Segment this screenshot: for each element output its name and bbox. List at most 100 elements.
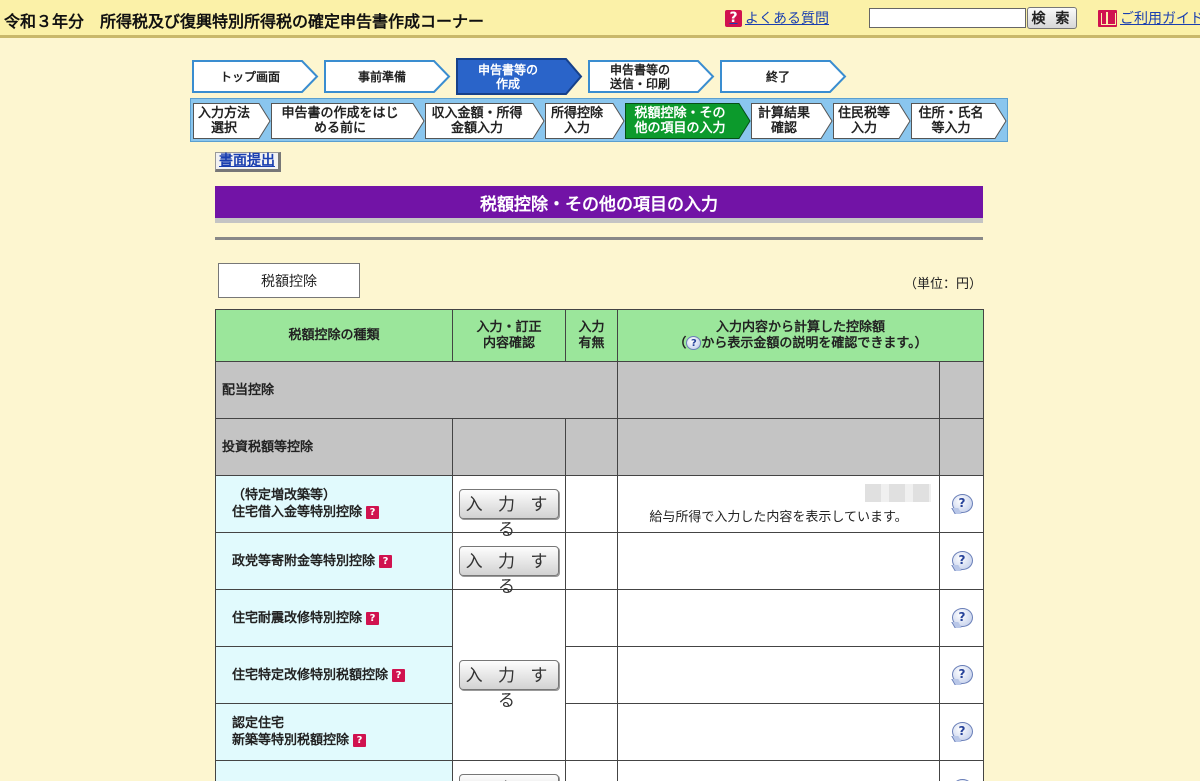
substep-line2: 等入力 — [931, 121, 971, 136]
header-type: 税額控除の種類 — [215, 309, 453, 362]
substep-tax-credit[interactable]: 税額控除・その 他の項目の入力 — [625, 103, 751, 139]
help-icon[interactable] — [950, 722, 974, 742]
step-label: トップ画面 — [219, 69, 280, 84]
substep-line2: 入力 — [563, 121, 590, 136]
divider — [215, 237, 983, 240]
substep-line2: める前に — [313, 121, 366, 136]
input-button-housing-group[interactable]: 入 力 す る — [459, 660, 559, 711]
step-send[interactable]: 申告書等の 送信・印刷 — [588, 58, 716, 95]
book-icon — [1098, 9, 1117, 27]
substep-label: 入力方法 選択 — [198, 106, 266, 136]
input-button-political[interactable]: 入 力 す る — [459, 546, 559, 597]
row-housing-label: （特定増改築等） 住宅借入金等特別控除? — [215, 475, 453, 533]
row-renovation-label: 住宅特定改修特別税額控除? — [215, 646, 453, 704]
has-cell — [565, 589, 618, 647]
unit-label: （単位：円） — [904, 277, 983, 292]
input-cell: 入 力 す る — [452, 589, 566, 761]
header-input-line1: 入力・訂正 — [476, 319, 542, 335]
substep-line2: 入力 — [850, 121, 877, 136]
help-icon[interactable] — [950, 665, 974, 685]
substep-label: 収入金額・所得 金額入力 — [431, 106, 538, 136]
paper-submit-link[interactable]: 書面提出 — [215, 152, 281, 172]
substep-deduction[interactable]: 所得控除 入力 — [545, 103, 625, 139]
search-button[interactable]: 検 索 — [1027, 7, 1077, 29]
step-label-line2: 作成 — [495, 76, 520, 91]
substep-line1: 収入金額・所得 — [431, 106, 523, 121]
help-cell — [939, 646, 984, 704]
substep-address[interactable]: 住所・氏名 等入力 — [911, 103, 1007, 139]
faq-label: よくある質問 — [745, 11, 829, 27]
has-cell — [565, 646, 618, 704]
amount-cell — [617, 532, 940, 590]
table-row: 政党等寄附金等特別控除? 入 力 す る — [215, 532, 984, 597]
row-housing-line2: 住宅借入金等特別控除 — [232, 505, 363, 520]
step-label: 申告書等の 作成 — [478, 63, 562, 91]
question-icon[interactable]: ? — [366, 611, 380, 625]
table-row: 配当控除 — [215, 361, 984, 419]
substep-line1: 計算結果 — [757, 106, 810, 121]
amount-cell — [617, 361, 940, 419]
input-button-housing[interactable]: 入 力 す る — [459, 489, 559, 540]
has-cell — [565, 760, 618, 781]
table-row: 認定住宅 新築等特別税額控除? — [215, 703, 984, 761]
has-cell — [565, 418, 618, 476]
substep-before[interactable]: 申告書の作成をはじ める前に — [271, 103, 425, 139]
row-renovation-text: 住宅特定改修特別税額控除 — [232, 667, 389, 683]
substep-income[interactable]: 収入金額・所得 金額入力 — [425, 103, 545, 139]
question-icon[interactable]: ? — [379, 554, 393, 568]
amount-cell: 給与所得で入力した内容を表示しています。 — [617, 475, 940, 533]
has-cell — [565, 703, 618, 761]
header-input-line2: 内容確認 — [482, 335, 535, 351]
question-icon[interactable]: ? — [392, 668, 406, 682]
help-cell — [939, 418, 984, 476]
step-finish[interactable]: 終了 — [720, 58, 848, 95]
help-icon[interactable] — [950, 494, 974, 514]
row-certified-label: 認定住宅 新築等特別税額控除? — [215, 703, 453, 761]
header-amount-line1: 入力内容から計算した控除額 — [715, 319, 885, 335]
substep-result[interactable]: 計算結果 確認 — [751, 103, 833, 139]
substep-line2: 金額入力 — [450, 121, 503, 136]
substep-label: 住所・氏名 等入力 — [918, 106, 999, 136]
row-investment-label: 投資税額等控除 — [215, 418, 453, 476]
table-row: （特定増改築等） 住宅借入金等特別控除? 入 力 す る 給与所得で入力した内容を… — [215, 475, 984, 540]
tax-credit-table: 税額控除の種類 入力・訂正 内容確認 入力 有無 入力内容から計算した控除額（? から… — [215, 309, 984, 781]
header-has-line1: 入力 — [578, 319, 605, 335]
row-dividend-label: 配当控除 — [215, 361, 618, 419]
input-button-partial[interactable]: 入 力 す る — [459, 774, 559, 781]
help-cell — [939, 532, 984, 590]
question-icon[interactable]: ? — [366, 506, 380, 519]
input-cell: 入 力 す る — [452, 532, 566, 597]
substep-label: 税額控除・その 他の項目の入力 — [634, 106, 741, 136]
site-title: 令和３年分 所得税及び復興特別所得税の確定申告書作成コーナー — [4, 12, 485, 31]
help-icon: ? — [686, 336, 702, 350]
step-prepare[interactable]: 事前準備 — [324, 58, 452, 95]
step-top[interactable]: トップ画面 — [192, 58, 320, 95]
help-cell — [939, 589, 984, 647]
help-icon[interactable] — [950, 608, 974, 628]
substep-line2: 確認 — [770, 121, 797, 136]
step-label: 事前準備 — [357, 69, 406, 84]
question-icon[interactable]: ? — [353, 734, 367, 747]
substep-label: 所得控除 入力 — [551, 106, 619, 136]
faq-link[interactable]: ? よくある質問 — [725, 8, 829, 28]
substep-resident-tax[interactable]: 住民税等 入力 — [833, 103, 911, 139]
header-input: 入力・訂正 内容確認 — [452, 309, 566, 362]
substep-label: 申告書の作成をはじ める前に — [281, 106, 414, 136]
amount-cell — [617, 646, 940, 704]
guide-link[interactable]: ご利用ガイド — [1098, 8, 1200, 28]
tab-tax-credit: 税額控除 — [218, 263, 360, 298]
step-label: 申告書等の 送信・印刷 — [610, 63, 694, 91]
step-create[interactable]: 申告書等の 作成 — [456, 58, 584, 95]
row-quake-text: 住宅耐震改修特別控除 — [232, 610, 363, 626]
housing-note: 給与所得で入力した内容を表示しています。 — [649, 509, 908, 525]
search-input[interactable] — [869, 8, 1026, 28]
header-has-input: 入力 有無 — [565, 309, 618, 362]
step-label-line1: 申告書等の — [609, 62, 670, 77]
substep-label: 住民税等 入力 — [838, 106, 906, 136]
help-icon[interactable] — [950, 551, 974, 571]
guide-label: ご利用ガイド — [1120, 11, 1200, 27]
substep-method[interactable]: 入力方法 選択 — [193, 103, 271, 139]
row-housing-line1: （特定増改築等） — [232, 488, 337, 503]
amount-cell — [617, 589, 940, 647]
help-cell — [939, 361, 984, 419]
